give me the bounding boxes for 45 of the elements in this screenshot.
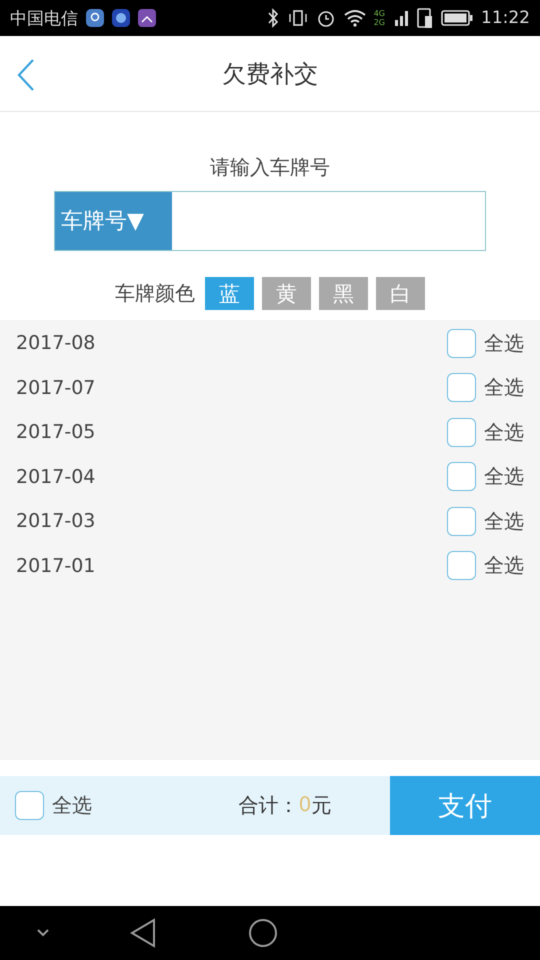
plate-color-label: 车牌颜色 — [115, 280, 195, 307]
pay-button[interactable]: 支付 — [390, 776, 540, 835]
select-all-label: 全选 — [484, 374, 524, 402]
home-icon[interactable] — [248, 918, 278, 948]
select-all-label: 全选 — [484, 330, 524, 357]
checkbox[interactable] — [447, 506, 476, 536]
select-all-label: 全选 — [52, 792, 92, 819]
select-all-label: 全选 — [484, 508, 524, 535]
network-type-label: 2G — [374, 18, 385, 27]
month-label: 2017-01 — [16, 554, 96, 577]
wifi-icon — [344, 9, 366, 27]
chevron-down-icon[interactable] — [36, 928, 50, 938]
total-amount: 合计：0元 — [238, 792, 332, 819]
alarm-icon — [316, 8, 336, 28]
plate-type-dropdown[interactable]: 车牌号▼ — [55, 192, 172, 250]
checkbox[interactable] — [447, 328, 476, 358]
month-label: 2017-07 — [16, 376, 96, 399]
month-label: 2017-04 — [16, 466, 96, 488]
select-all-label: 全选 — [484, 552, 524, 580]
month-label: 2017-08 — [16, 332, 96, 354]
plate-number-prompt: 请输入车牌号 — [210, 154, 330, 181]
plate-color-option[interactable]: 黑 — [319, 277, 368, 310]
clock-time: 11:22 — [481, 8, 530, 28]
plate-color-option[interactable]: 黄 — [262, 277, 311, 310]
plate-number-field[interactable]: 车牌号▼ — [54, 191, 486, 251]
signal-icon — [393, 8, 409, 28]
battery-icon — [441, 10, 473, 26]
checkbox[interactable] — [447, 551, 476, 580]
plate-color-option[interactable]: 白 — [376, 277, 425, 310]
page-title: 欠费补交 — [222, 58, 318, 90]
select-all-label: 全选 — [484, 463, 524, 490]
checkbox[interactable] — [15, 791, 44, 820]
checkbox[interactable] — [447, 462, 476, 492]
bluetooth-icon — [266, 8, 280, 28]
month-label: 2017-03 — [16, 510, 96, 532]
plate-color-option[interactable]: 蓝 — [205, 277, 254, 310]
checkbox[interactable] — [447, 373, 476, 402]
month-label: 2017-05 — [16, 421, 96, 444]
vibrate-icon — [288, 8, 308, 28]
checkbox[interactable] — [447, 418, 476, 447]
back-icon[interactable] — [130, 918, 156, 948]
select-all-label: 全选 — [484, 418, 524, 446]
carrier-name: 中国电信 — [10, 8, 78, 30]
sim-card-icon — [417, 7, 433, 29]
network-type-label: 4G — [374, 9, 385, 18]
